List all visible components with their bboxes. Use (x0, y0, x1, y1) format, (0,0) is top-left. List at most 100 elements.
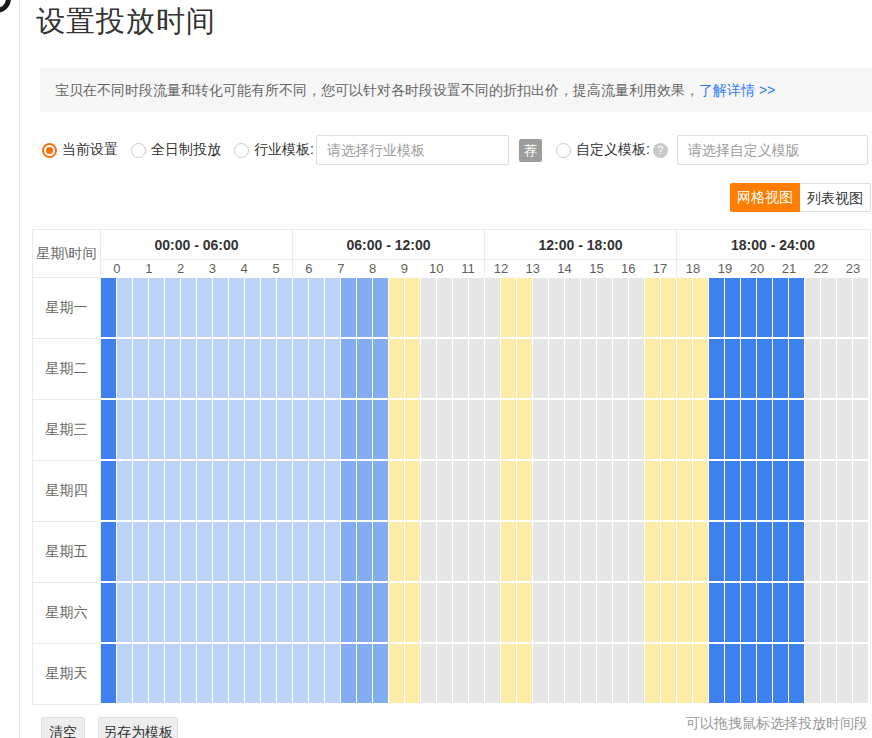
schedule-cell[interactable] (485, 644, 501, 703)
schedule-cell[interactable] (165, 400, 181, 459)
schedule-cell[interactable] (757, 644, 773, 703)
schedule-cell[interactable] (837, 644, 853, 703)
schedule-cell[interactable] (197, 522, 213, 581)
schedule-cell[interactable] (229, 583, 245, 642)
schedule-cell[interactable] (549, 461, 565, 520)
schedule-cell[interactable] (773, 522, 789, 581)
schedule-cell[interactable] (501, 339, 517, 398)
schedule-cell[interactable] (149, 522, 165, 581)
schedule-cell[interactable] (165, 583, 181, 642)
schedule-cell[interactable] (661, 339, 677, 398)
schedule-cell[interactable] (117, 644, 133, 703)
schedule-cell[interactable] (133, 583, 149, 642)
schedule-cell[interactable] (117, 278, 133, 337)
schedule-cell[interactable] (613, 400, 629, 459)
schedule-cell[interactable] (101, 583, 117, 642)
radio-fullday-label[interactable]: 全日制投放 (151, 141, 221, 159)
schedule-cell[interactable] (389, 644, 405, 703)
schedule-cell[interactable] (293, 400, 309, 459)
save-template-button[interactable]: 另存为模板 (98, 717, 178, 738)
schedule-cell[interactable] (533, 461, 549, 520)
radio-custom-template[interactable] (556, 143, 571, 158)
schedule-cell[interactable] (133, 400, 149, 459)
schedule-cell[interactable] (613, 644, 629, 703)
schedule-cell[interactable] (261, 339, 277, 398)
schedule-cell[interactable] (709, 278, 725, 337)
industry-template-select[interactable]: 请选择行业模板 (316, 135, 509, 165)
schedule-cell[interactable] (709, 583, 725, 642)
grid-view-button[interactable]: 网格视图 (730, 183, 800, 212)
schedule-cell[interactable] (373, 339, 389, 398)
schedule-cell[interactable] (197, 461, 213, 520)
schedule-cell[interactable] (517, 400, 533, 459)
schedule-cell[interactable] (677, 522, 693, 581)
schedule-cell[interactable] (773, 583, 789, 642)
schedule-cell[interactable] (453, 400, 469, 459)
schedule-cell[interactable] (501, 522, 517, 581)
schedule-cell[interactable] (293, 278, 309, 337)
schedule-cell[interactable] (357, 339, 373, 398)
schedule-cell[interactable] (437, 644, 453, 703)
schedule-cell[interactable] (261, 278, 277, 337)
schedule-cell[interactable] (565, 339, 581, 398)
schedule-cell[interactable] (533, 583, 549, 642)
schedule-cell[interactable] (693, 400, 709, 459)
schedule-cell[interactable] (101, 461, 117, 520)
schedule-cell[interactable] (613, 522, 629, 581)
schedule-cell[interactable] (517, 339, 533, 398)
radio-custom-template-label[interactable]: 自定义模板: (576, 141, 650, 159)
schedule-cell[interactable] (805, 522, 821, 581)
schedule-cell[interactable] (773, 461, 789, 520)
schedule-cell[interactable] (597, 522, 613, 581)
schedule-cell[interactable] (709, 400, 725, 459)
schedule-cell[interactable] (773, 278, 789, 337)
schedule-cell[interactable] (197, 583, 213, 642)
schedule-cell[interactable] (229, 400, 245, 459)
schedule-cell[interactable] (325, 522, 341, 581)
schedule-cell[interactable] (181, 461, 197, 520)
schedule-cell[interactable] (549, 339, 565, 398)
schedule-cell[interactable] (837, 278, 853, 337)
schedule-cell[interactable] (261, 400, 277, 459)
schedule-cell[interactable] (757, 339, 773, 398)
schedule-cell[interactable] (213, 583, 229, 642)
schedule-cell[interactable] (117, 339, 133, 398)
schedule-cell[interactable] (789, 400, 805, 459)
schedule-cell[interactable] (597, 644, 613, 703)
schedule-cell[interactable] (629, 644, 645, 703)
schedule-cell[interactable] (405, 339, 421, 398)
schedule-cell[interactable] (293, 583, 309, 642)
schedule-cell[interactable] (197, 400, 213, 459)
schedule-cell[interactable] (469, 339, 485, 398)
schedule-cell[interactable] (325, 461, 341, 520)
schedule-cell[interactable] (245, 644, 261, 703)
schedule-cell[interactable] (149, 400, 165, 459)
schedule-cell[interactable] (421, 278, 437, 337)
schedule-cell[interactable] (501, 400, 517, 459)
schedule-cell[interactable] (325, 278, 341, 337)
schedule-cell[interactable] (725, 461, 741, 520)
schedule-cell[interactable] (773, 339, 789, 398)
schedule-cell[interactable] (805, 583, 821, 642)
schedule-cell[interactable] (741, 522, 757, 581)
schedule-cell[interactable] (485, 278, 501, 337)
schedule-cell[interactable] (421, 644, 437, 703)
schedule-cell[interactable] (469, 400, 485, 459)
schedule-cell[interactable] (357, 461, 373, 520)
schedule-cell[interactable] (821, 461, 837, 520)
schedule-cell[interactable] (789, 339, 805, 398)
schedule-cell[interactable] (677, 644, 693, 703)
schedule-cell[interactable] (629, 339, 645, 398)
schedule-cell[interactable] (245, 339, 261, 398)
schedule-cell[interactable] (533, 278, 549, 337)
schedule-cell[interactable] (789, 278, 805, 337)
schedule-cell[interactable] (421, 461, 437, 520)
schedule-cell[interactable] (837, 339, 853, 398)
schedule-cell[interactable] (725, 583, 741, 642)
schedule-cell[interactable] (757, 461, 773, 520)
radio-current-setting[interactable] (42, 143, 57, 158)
schedule-cell[interactable] (213, 644, 229, 703)
schedule-cell[interactable] (261, 522, 277, 581)
schedule-cell[interactable] (773, 400, 789, 459)
schedule-cell[interactable] (709, 339, 725, 398)
